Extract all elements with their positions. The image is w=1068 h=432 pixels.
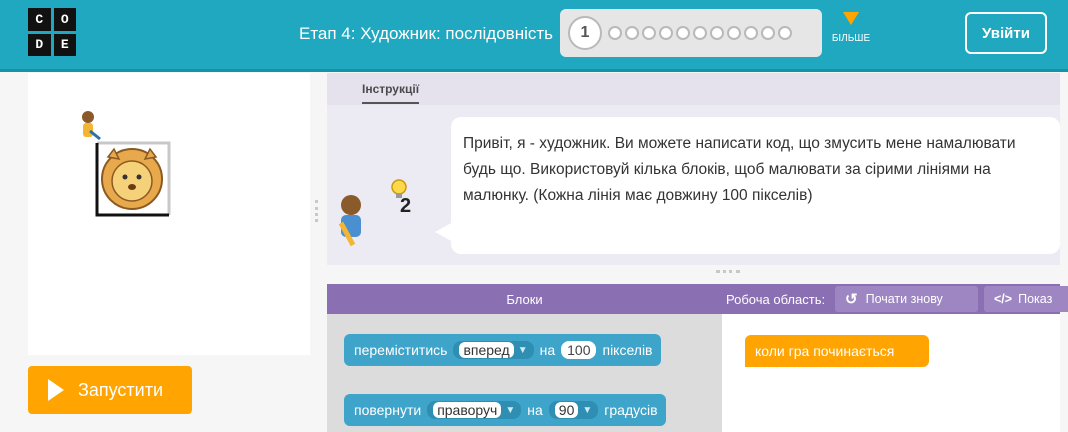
show-code-label: Показ <box>1018 292 1053 306</box>
run-button[interactable]: Запустити <box>28 366 192 414</box>
progress-dot[interactable] <box>727 26 741 40</box>
drawing-area <box>82 111 171 217</box>
move-unit-label: пікселів <box>602 342 653 358</box>
more-label: БІЛЬШЕ <box>831 33 871 44</box>
progress-dot[interactable] <box>676 26 690 40</box>
progress-dot[interactable] <box>642 26 656 40</box>
workspace-area[interactable] <box>722 314 1060 432</box>
turn-unit-label: градусів <box>604 402 658 418</box>
progress-dot[interactable] <box>710 26 724 40</box>
tab-instructions[interactable]: Інструкції <box>362 82 420 104</box>
stage-title: Етап 4: Художник: послідовність <box>298 24 553 43</box>
when-run-block[interactable]: коли гра починається <box>745 335 929 367</box>
horizontal-resize-handle[interactable] <box>716 270 740 274</box>
workspace-title: Робоча область: <box>726 292 826 307</box>
instructions-text: Привіт, я - художник. Ви можете написати… <box>463 135 1016 204</box>
app-root: C O D E Етап 4: Художник: послідовність … <box>0 0 1068 432</box>
turn-amount-dropdown[interactable]: 90 ▼ <box>548 401 599 419</box>
top-header: C O D E Етап 4: Художник: послідовність … <box>0 0 1068 72</box>
turn-direction-value: праворуч <box>433 402 502 418</box>
progress-dot[interactable] <box>744 26 758 40</box>
turn-on-label: на <box>527 402 543 418</box>
play-icon <box>48 379 64 401</box>
vertical-resize-handle[interactable] <box>315 200 319 222</box>
move-direction-value: вперед <box>459 342 514 358</box>
level-progress: 1 <box>560 9 822 57</box>
blocks-header: Блоки <box>327 284 722 314</box>
when-run-label: коли гра починається <box>755 343 895 359</box>
dropdown-arrow-icon: ▼ <box>505 404 516 416</box>
artist-character-icon <box>82 111 101 141</box>
turn-amount-value: 90 <box>554 402 579 418</box>
more-levels-button[interactable]: БІЛЬШЕ <box>829 12 873 44</box>
turn-direction-dropdown[interactable]: праворуч ▼ <box>427 401 522 419</box>
lion-icon <box>101 147 163 210</box>
triangle-down-icon <box>843 12 859 25</box>
progress-current-level[interactable]: 1 <box>568 16 602 50</box>
sign-in-button[interactable]: Увійти <box>965 12 1047 54</box>
progress-dot[interactable] <box>778 26 792 40</box>
move-verb: переміститись <box>354 342 448 358</box>
hint-count[interactable]: 2 <box>400 195 411 218</box>
show-code-button[interactable]: </> Показ <box>984 286 1068 312</box>
restart-icon: ↺ <box>845 291 858 308</box>
instructions-tab-bar <box>327 73 1060 105</box>
workspace-header: Робоча область: ↺ Почати знову </> Показ <box>722 284 1068 314</box>
blocks-title: Блоки <box>506 291 543 307</box>
progress-dot[interactable] <box>659 26 673 40</box>
move-on-label: на <box>539 342 556 358</box>
turn-right-block[interactable]: повернути праворуч ▼ на 90 ▼ градусів <box>344 394 666 426</box>
restart-button[interactable]: ↺ Почати знову <box>835 286 978 312</box>
instructions-bubble: Привіт, я - художник. Ви можете написати… <box>451 117 1060 254</box>
restart-label: Почати знову <box>865 292 943 306</box>
code-icon: </> <box>994 292 1013 306</box>
move-forward-block[interactable]: переміститись вперед ▼ на 100 пікселів <box>344 334 661 366</box>
dropdown-arrow-icon: ▼ <box>517 344 528 356</box>
progress-dot[interactable] <box>693 26 707 40</box>
progress-dot[interactable] <box>625 26 639 40</box>
move-direction-dropdown[interactable]: вперед ▼ <box>453 341 534 359</box>
progress-dot[interactable] <box>761 26 775 40</box>
run-button-label: Запустити <box>78 379 164 400</box>
artist-canvas <box>28 73 310 355</box>
progress-dot[interactable] <box>608 26 622 40</box>
move-amount-field[interactable]: 100 <box>561 341 597 359</box>
artist-avatar-icon <box>338 179 407 247</box>
dropdown-arrow-icon: ▼ <box>582 404 593 416</box>
turn-verb: повернути <box>354 402 422 418</box>
